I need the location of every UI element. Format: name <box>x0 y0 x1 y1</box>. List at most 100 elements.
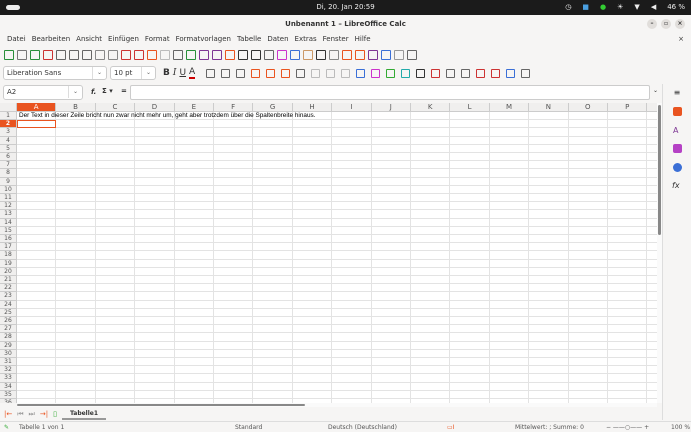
column-header-E[interactable]: E <box>175 103 214 112</box>
menu-hilfe[interactable]: Hilfe <box>352 33 374 46</box>
menu-bearbeiten[interactable]: Bearbeiten <box>29 33 73 46</box>
add-decimal-icon[interactable] <box>416 69 425 78</box>
align-bottom-icon[interactable] <box>281 69 290 78</box>
formula-equals-icon[interactable]: = <box>121 87 127 95</box>
row-header-19[interactable]: 19 <box>0 260 17 268</box>
last-sheet-icon[interactable]: →| <box>40 410 48 418</box>
sort-desc-icon[interactable] <box>251 50 261 60</box>
border-color-icon[interactable] <box>506 69 515 78</box>
cell-a1[interactable]: Der Text in dieser Zeile bricht nun zwar… <box>19 112 316 120</box>
column-header-L[interactable]: L <box>450 103 489 112</box>
menu-tabelle[interactable]: Tabelle <box>234 33 264 46</box>
find-replace-icon[interactable] <box>173 50 183 60</box>
indent-decrease-icon[interactable] <box>461 69 470 78</box>
add-sheet-icon[interactable]: ▯ <box>53 410 57 418</box>
export-pdf-icon[interactable] <box>43 50 53 60</box>
row-header-22[interactable]: 22 <box>0 284 17 292</box>
column-header-partial[interactable] <box>647 103 657 112</box>
row-header-29[interactable]: 29 <box>0 342 17 350</box>
close-document-icon[interactable]: × <box>675 33 687 46</box>
row-header-16[interactable]: 16 <box>0 235 17 243</box>
autofilter-icon[interactable] <box>264 50 274 60</box>
column-header-G[interactable]: G <box>253 103 292 112</box>
menu-extras[interactable]: Extras <box>292 33 320 46</box>
first-sheet-icon[interactable]: |← <box>4 410 12 418</box>
row-header-15[interactable]: 15 <box>0 227 17 235</box>
column-header-M[interactable]: M <box>490 103 529 112</box>
open-icon[interactable] <box>17 50 27 60</box>
menu-datei[interactable]: Datei <box>4 33 29 46</box>
row-header-6[interactable]: 6 <box>0 153 17 161</box>
row-header-11[interactable]: 11 <box>0 194 17 202</box>
split-icon[interactable] <box>394 50 404 60</box>
select-all-corner[interactable] <box>0 103 17 112</box>
border-style-icon[interactable] <box>491 69 500 78</box>
number-icon[interactable] <box>386 69 395 78</box>
align-left-icon[interactable] <box>206 69 215 78</box>
print-icon[interactable] <box>56 50 66 60</box>
clear-format-icon[interactable] <box>134 50 144 60</box>
sidebar-menu-icon[interactable]: ≡ <box>663 88 691 97</box>
row-header-28[interactable]: 28 <box>0 333 17 341</box>
comment-icon[interactable] <box>342 50 352 60</box>
sum-summary[interactable]: Mittelwert: ; Summe: 0 <box>515 424 584 431</box>
row-header-33[interactable]: 33 <box>0 374 17 382</box>
undo-icon[interactable] <box>147 50 157 60</box>
column-header-J[interactable]: J <box>372 103 411 112</box>
zoom-level[interactable]: 100 % <box>671 424 690 431</box>
header-footer-icon[interactable] <box>355 50 365 60</box>
row-icon[interactable] <box>199 50 209 60</box>
row-header-36[interactable]: 36 <box>0 399 17 403</box>
close-button[interactable]: × <box>675 19 685 29</box>
battery-label[interactable]: 46 % <box>667 3 685 11</box>
page-style[interactable]: Standard <box>235 424 262 431</box>
name-box[interactable]: A2⌄ <box>3 85 83 100</box>
date-icon[interactable] <box>401 69 410 78</box>
row-header-3[interactable]: 3 <box>0 128 17 136</box>
align-middle-icon[interactable] <box>266 69 275 78</box>
bold-button[interactable]: B <box>163 68 170 78</box>
row-header-9[interactable]: 9 <box>0 178 17 186</box>
print-preview-icon[interactable] <box>69 50 79 60</box>
sheet-tab-tabelle1[interactable]: Tabelle1 <box>62 409 106 420</box>
freeze-icon[interactable] <box>381 50 391 60</box>
merge-center-icon[interactable] <box>326 69 335 78</box>
sort-icon[interactable] <box>225 50 235 60</box>
chevron-down-icon[interactable]: ⌄ <box>68 86 82 98</box>
row-header-4[interactable]: 4 <box>0 137 17 145</box>
font-size-select[interactable]: 10 pt⌄ <box>110 66 156 80</box>
vertical-scroll-thumb[interactable] <box>658 105 661 235</box>
merge-icon[interactable] <box>311 69 320 78</box>
volume-icon[interactable]: ◀ <box>651 3 656 11</box>
formula-input[interactable] <box>130 85 650 100</box>
row-header-23[interactable]: 23 <box>0 292 17 300</box>
zoom-slider[interactable]: − ——○—— + <box>606 424 649 431</box>
sum-icon[interactable]: Σ ▾ <box>102 87 113 95</box>
chevron-down-icon[interactable]: ⌄ <box>92 67 106 79</box>
check-icon[interactable]: ● <box>600 3 606 11</box>
font-name-select[interactable]: Liberation Sans⌄ <box>3 66 107 80</box>
link-icon[interactable] <box>329 50 339 60</box>
column-header-F[interactable]: F <box>214 103 253 112</box>
indent-increase-icon[interactable] <box>446 69 455 78</box>
pivot-icon[interactable] <box>303 50 313 60</box>
redo-icon[interactable] <box>160 50 170 60</box>
styles-icon[interactable]: A <box>673 126 691 135</box>
row-header-32[interactable]: 32 <box>0 366 17 374</box>
column-header-B[interactable]: B <box>56 103 95 112</box>
wifi-icon[interactable]: ▼ <box>634 3 639 11</box>
column-header-O[interactable]: O <box>569 103 608 112</box>
spelling-icon[interactable] <box>186 50 196 60</box>
italic-button[interactable]: I <box>173 68 177 78</box>
currency-icon[interactable] <box>356 69 365 78</box>
language[interactable]: Deutsch (Deutschland) <box>328 424 397 431</box>
row-header-17[interactable]: 17 <box>0 243 17 251</box>
row-header-26[interactable]: 26 <box>0 317 17 325</box>
row-header-10[interactable]: 10 <box>0 186 17 194</box>
menu-formatvorlagen[interactable]: Formatvorlagen <box>173 33 234 46</box>
row-header-7[interactable]: 7 <box>0 161 17 169</box>
properties-icon[interactable] <box>673 107 682 116</box>
column-header-I[interactable]: I <box>332 103 371 112</box>
image-icon[interactable] <box>277 50 287 60</box>
row-header-1[interactable]: 1 <box>0 112 17 120</box>
